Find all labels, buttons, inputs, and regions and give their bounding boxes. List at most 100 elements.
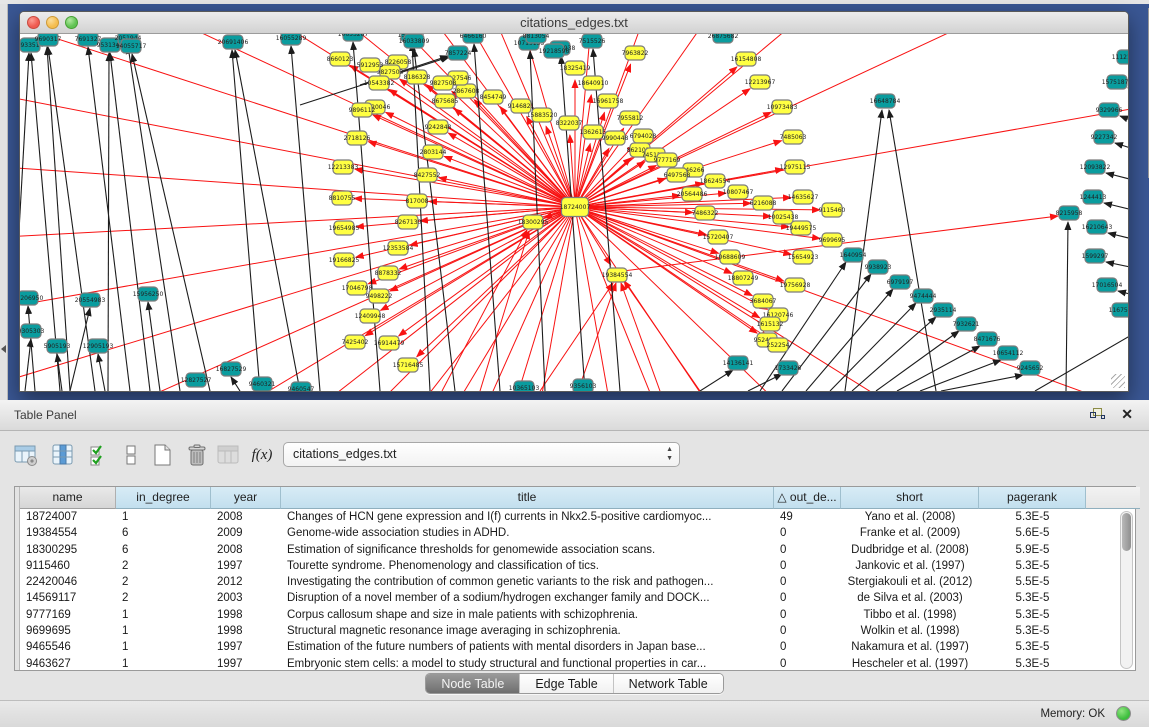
- close-panel-icon[interactable]: ✕: [1121, 406, 1133, 422]
- column-header-pagerank[interactable]: pagerank: [979, 487, 1086, 509]
- network-canvas[interactable]: 8933514969031776913279531344205194414055…: [20, 34, 1128, 391]
- graph-node[interactable]: 25206950: [20, 291, 43, 305]
- graph-node[interactable]: 7857224: [445, 46, 472, 60]
- graph-node[interactable]: 14635627: [788, 190, 819, 204]
- graph-node[interactable]: 11121505: [1112, 50, 1128, 64]
- show-columns-icon[interactable]: [49, 441, 77, 469]
- graph-node[interactable]: 5912953: [357, 58, 384, 72]
- graph-node[interactable]: 9474444: [910, 289, 937, 303]
- graph-node[interactable]: 8215958: [1056, 206, 1083, 220]
- graph-node[interactable]: 14136141: [723, 356, 754, 370]
- graph-node[interactable]: 9896112: [349, 103, 376, 117]
- graph-node[interactable]: 1167533: [1109, 303, 1128, 317]
- graph-node[interactable]: 15751874: [1102, 75, 1128, 89]
- graph-node[interactable]: 12905193: [83, 339, 114, 353]
- graph-node[interactable]: 18624554: [700, 174, 731, 188]
- graph-node[interactable]: 10688609: [715, 250, 746, 264]
- graph-node[interactable]: 2867608: [453, 84, 480, 98]
- table-vertical-scrollbar[interactable]: [1120, 511, 1133, 669]
- table-row[interactable]: 977716911998Corpus callosum shape and si…: [20, 607, 1086, 623]
- graph-node[interactable]: 8322037: [556, 116, 583, 130]
- graph-node[interactable]: 19756928: [780, 278, 811, 292]
- graph-node[interactable]: 9460547: [288, 382, 315, 391]
- graph-node[interactable]: 12213383: [328, 160, 359, 174]
- graph-node[interactable]: 15654923: [788, 250, 819, 264]
- graph-node[interactable]: 6216088: [750, 196, 777, 210]
- graph-node[interactable]: 1599297: [1082, 249, 1109, 263]
- graph-node[interactable]: 15716485: [393, 358, 424, 372]
- graph-node[interactable]: 9356103: [570, 379, 597, 391]
- select-all-rows-icon[interactable]: [86, 441, 114, 469]
- graph-node[interactable]: 2935114: [930, 303, 957, 317]
- table-row[interactable]: 946554611997Estimation of the future num…: [20, 639, 1086, 655]
- column-header-short[interactable]: short: [841, 487, 979, 509]
- graph-node[interactable]: 20554983: [75, 293, 106, 307]
- graph-node[interactable]: 16827529: [216, 362, 247, 376]
- delete-table-icon[interactable]: [214, 441, 242, 469]
- graph-node[interactable]: 9498222: [366, 289, 393, 303]
- delete-icon[interactable]: [183, 441, 211, 469]
- graph-node[interactable]: 10807467: [723, 185, 754, 199]
- graph-node[interactable]: 9938923: [865, 260, 892, 274]
- graph-node[interactable]: 12093822: [1080, 160, 1111, 174]
- new-document-icon[interactable]: [148, 441, 176, 469]
- graph-node[interactable]: 9690317: [35, 34, 62, 46]
- graph-node[interactable]: 6794028: [630, 129, 657, 143]
- scrollbar-thumb[interactable]: [1122, 513, 1131, 551]
- graph-node[interactable]: 16914479: [374, 336, 405, 350]
- graph-node[interactable]: 8186328: [404, 70, 431, 84]
- graph-node[interactable]: 9990448: [602, 131, 629, 145]
- column-header-out_degree[interactable]: △ out_de...: [774, 487, 841, 509]
- graph-node[interactable]: 9227342: [1091, 130, 1118, 144]
- tab-network-table[interactable]: Network Table: [614, 674, 723, 693]
- window-resize-grip[interactable]: [1111, 374, 1125, 388]
- graph-node[interactable]: 1615132: [757, 317, 784, 331]
- graph-node[interactable]: 19166825: [329, 253, 360, 267]
- graph-node[interactable]: 15720407: [703, 230, 734, 244]
- graph-node[interactable]: 6979197: [887, 275, 914, 289]
- graph-node[interactable]: 7963822: [622, 46, 649, 60]
- graph-node[interactable]: 8427552: [414, 168, 441, 182]
- graph-node[interactable]: 7955812: [617, 111, 644, 125]
- tab-edge-table[interactable]: Edge Table: [520, 674, 613, 693]
- graph-node[interactable]: 6466160: [460, 34, 487, 43]
- table-row[interactable]: 911546021997Tourette syndrome. Phenomeno…: [20, 558, 1086, 574]
- graph-node[interactable]: 16055289: [276, 34, 307, 45]
- graph-node[interactable]: 1733426: [775, 361, 802, 375]
- table-selector-dropdown[interactable]: citations_edges.txt ▲▼: [283, 442, 680, 467]
- graph-node[interactable]: 8810755: [329, 191, 356, 205]
- graph-node[interactable]: 7932621: [953, 317, 980, 331]
- panel-collapse-handle[interactable]: [1, 345, 6, 353]
- graph-node[interactable]: 252254: [767, 338, 790, 352]
- clear-selection-icon[interactable]: [117, 441, 145, 469]
- graph-node[interactable]: 7425402: [342, 335, 369, 349]
- graph-node[interactable]: 10365103: [509, 381, 540, 391]
- graph-node[interactable]: 817008: [406, 194, 429, 208]
- table-row[interactable]: 2242004622012Investigating the contribut…: [20, 574, 1086, 590]
- graph-node[interactable]: 10653287: [338, 34, 369, 41]
- graph-node[interactable]: 9115460: [819, 203, 846, 217]
- tab-node-table[interactable]: Node Table: [426, 674, 520, 693]
- graph-node[interactable]: 3684067: [750, 294, 777, 308]
- graph-node[interactable]: 17016504: [1092, 278, 1123, 292]
- column-header-in_degree[interactable]: in_degree: [116, 487, 211, 509]
- graph-node[interactable]: 26875682: [708, 34, 739, 43]
- column-header-title[interactable]: title: [281, 487, 774, 509]
- function-builder-icon[interactable]: f(x): [248, 441, 276, 469]
- graph-node[interactable]: 7515526: [579, 34, 606, 48]
- table-row[interactable]: 969969511998Structural magnetic resonanc…: [20, 623, 1086, 639]
- graph-node[interactable]: 16210643: [1082, 220, 1113, 234]
- graph-node[interactable]: 12213967: [745, 75, 776, 89]
- graph-node[interactable]: 9146821: [508, 99, 535, 113]
- graph-node[interactable]: 20564486: [677, 187, 708, 201]
- table-row[interactable]: 1456911722003Disruption of a novel membe…: [20, 590, 1086, 606]
- graph-node[interactable]: 7485063: [780, 130, 807, 144]
- graph-node[interactable]: 16648784: [870, 94, 901, 108]
- graph-node[interactable]: 10654112: [993, 346, 1024, 360]
- graph-node[interactable]: 8454749: [480, 90, 507, 104]
- graph-node[interactable]: 8675685: [432, 94, 459, 108]
- column-header-year[interactable]: year: [211, 487, 281, 509]
- graph-node[interactable]: 9460321: [249, 377, 276, 391]
- graph-node[interactable]: 10973483: [767, 100, 798, 114]
- graph-node[interactable]: 1244413: [1080, 190, 1107, 204]
